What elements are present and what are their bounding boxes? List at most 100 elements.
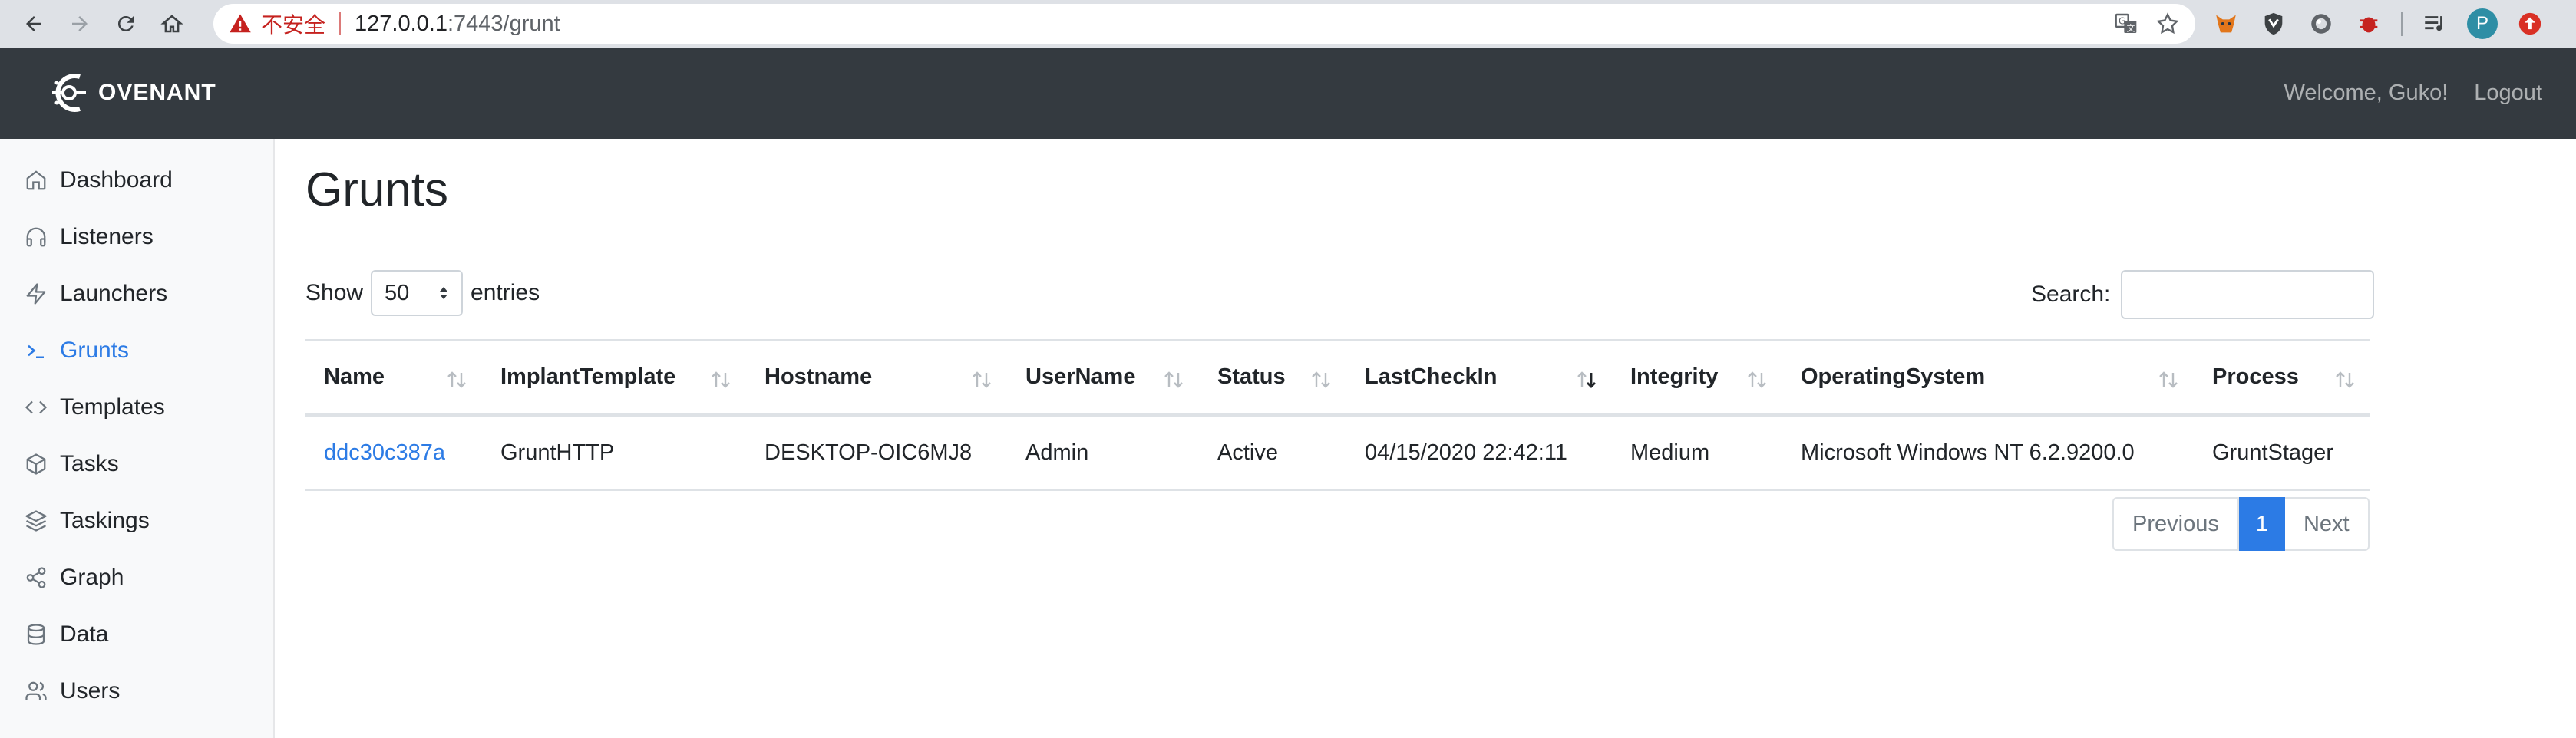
sidebar-item-label: Launchers: [60, 281, 168, 306]
cell-status: Active: [1199, 415, 1346, 491]
cell-lastcheckin: 04/15/2020 22:42:11: [1346, 415, 1612, 491]
navbar-user-area: Welcome, Guko! Logout: [2284, 48, 2542, 139]
bug-icon: [2360, 17, 2378, 33]
playlist-icon: [2425, 16, 2442, 31]
sort-both-icon: [1164, 371, 1183, 388]
column-header-status[interactable]: Status: [1199, 339, 1346, 417]
sidebar-item-grunts[interactable]: Grunts: [23, 328, 129, 374]
table-search-control: Search:: [2031, 270, 2375, 319]
column-header-label: OperatingSystem: [1801, 364, 1986, 389]
profile-avatar: P: [2467, 8, 2498, 39]
sidebar-item-listeners[interactable]: Listeners: [23, 214, 154, 260]
box-icon: [26, 453, 46, 475]
cell-name: ddc30c387a: [305, 415, 482, 491]
column-header-process[interactable]: Process: [2194, 339, 2370, 417]
back-button[interactable]: [15, 5, 52, 42]
sidebar-item-launchers[interactable]: Launchers: [23, 271, 167, 317]
warning-icon: [230, 14, 251, 33]
reload-button[interactable]: [107, 5, 144, 42]
sidebar-item-label: Graph: [60, 565, 124, 590]
sidebar-item-taskings[interactable]: Taskings: [23, 498, 150, 544]
sidebar-item-label: Listeners: [60, 224, 154, 249]
column-header-operatingsystem[interactable]: OperatingSystem: [1782, 339, 2194, 417]
search-input[interactable]: [2121, 270, 2375, 319]
column-header-label: LastCheckIn: [1365, 364, 1498, 389]
column-header-name[interactable]: Name: [305, 339, 482, 417]
column-header-lastcheckin[interactable]: LastCheckIn: [1346, 339, 1612, 417]
sidebar-item-label: Taskings: [60, 508, 150, 533]
translate-icon[interactable]: G文: [2114, 12, 2138, 36]
column-header-label: Process: [2212, 364, 2299, 389]
reload-icon: [117, 15, 134, 31]
column-header-hostname[interactable]: Hostname: [746, 339, 1007, 417]
column-header-label: Integrity: [1630, 364, 1719, 389]
extension-shield[interactable]: [2258, 8, 2289, 39]
extension-globe[interactable]: [2306, 8, 2337, 39]
forward-button[interactable]: [61, 5, 98, 42]
layers-icon: [25, 510, 47, 532]
address-bar[interactable]: 不安全 127.0.0.1:7443/grunt G文: [213, 4, 2195, 44]
arrow-left-icon: [26, 16, 41, 31]
table-header-row: Name ImplantTemplate Hostname UserName S…: [305, 339, 2370, 417]
fox-icon: [2216, 15, 2236, 33]
sidebar-item-templates[interactable]: Templates: [23, 384, 165, 430]
toolbar-separator: [2401, 12, 2403, 36]
column-header-integrity[interactable]: Integrity: [1612, 339, 1782, 417]
home-button[interactable]: [154, 5, 190, 42]
headphones-icon: [26, 227, 46, 247]
sidebar-item-graph[interactable]: Graph: [23, 555, 124, 601]
column-header-label: Status: [1217, 364, 1286, 389]
brand-logo[interactable]: OVENANT: [46, 69, 216, 117]
sort-both-icon: [2159, 371, 2178, 388]
pagination-next[interactable]: Next: [2284, 497, 2370, 551]
pagination-page-1[interactable]: 1: [2238, 497, 2285, 551]
entries-select-value: 50: [385, 280, 410, 305]
brand-text: OVENANT: [98, 80, 216, 105]
column-header-implanttemplate[interactable]: ImplantTemplate: [482, 339, 746, 417]
column-header-label: UserName: [1025, 364, 1136, 389]
cell-hostname: DESKTOP-OIC6MJ8: [746, 415, 1007, 491]
update-arrow-icon: [2518, 12, 2541, 35]
grunt-name-link[interactable]: ddc30c387a: [324, 440, 445, 465]
cell-username: Admin: [1007, 415, 1199, 491]
update-button[interactable]: [2515, 8, 2545, 39]
zap-icon: [26, 283, 46, 305]
sidebar-item-users[interactable]: Users: [23, 668, 120, 714]
pagination-previous[interactable]: Previous: [2112, 497, 2239, 551]
insecure-label: 不安全: [261, 13, 326, 37]
sidebar-item-label: Tasks: [60, 451, 119, 476]
arrow-right-icon: [72, 16, 88, 31]
extensions-bar: P: [2211, 5, 2545, 42]
profile-button[interactable]: P: [2467, 8, 2498, 39]
logout-link[interactable]: Logout: [2474, 81, 2542, 106]
code-icon: [25, 400, 48, 414]
extension-bug[interactable]: [2353, 8, 2384, 39]
url-host: 127.0.0.1: [355, 11, 447, 36]
cell-implanttemplate: GruntHTTP: [482, 415, 746, 491]
show-label: Show: [305, 280, 364, 305]
sidebar-item-data[interactable]: Data: [23, 611, 108, 657]
terminal-icon: [28, 344, 44, 358]
media-control-button[interactable]: [2419, 8, 2450, 39]
sort-both-icon: [1748, 371, 1766, 388]
sort-both-icon: [447, 371, 466, 388]
entries-label: entries: [471, 280, 540, 305]
cell-integrity: Medium: [1612, 415, 1782, 491]
column-header-username[interactable]: UserName: [1007, 339, 1199, 417]
sort-both-icon: [1312, 371, 1330, 388]
star-icon[interactable]: [2155, 12, 2180, 36]
table-row: ddc30c387a GruntHTTP DESKTOP-OIC6MJ8 Adm…: [305, 415, 2370, 491]
extension-fox[interactable]: [2211, 8, 2241, 39]
sort-desc-icon: [1577, 371, 1596, 388]
database-icon: [27, 624, 45, 645]
entries-select[interactable]: 50: [371, 270, 464, 316]
url-path: :7443/grunt: [447, 11, 560, 36]
share-icon: [26, 567, 46, 588]
omnibox-actions: G文: [2114, 4, 2180, 44]
sidebar-item-dashboard[interactable]: Dashboard: [23, 157, 173, 203]
sidebar-item-tasks[interactable]: Tasks: [23, 441, 119, 487]
welcome-link[interactable]: Welcome, Guko!: [2284, 81, 2448, 106]
svg-text:文: 文: [2127, 23, 2135, 33]
globe-icon: [2311, 14, 2331, 34]
cell-process: GruntStager: [2194, 415, 2370, 491]
